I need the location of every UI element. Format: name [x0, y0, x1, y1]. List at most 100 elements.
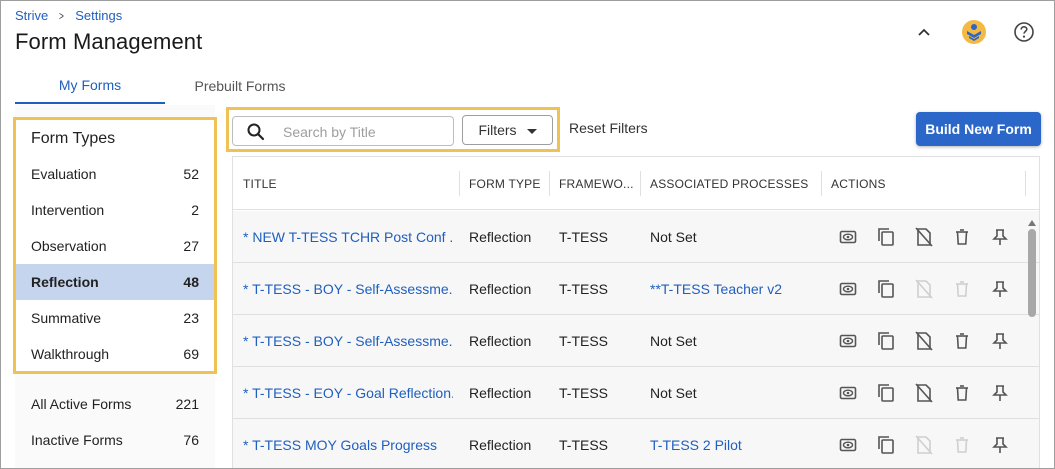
pin-icon[interactable]	[981, 225, 1019, 249]
sidebar-item-label: Intervention	[31, 202, 105, 218]
pin-icon[interactable]	[981, 381, 1019, 405]
deactivate-icon	[905, 277, 943, 301]
form-types-panel: Form Types Evaluation 52 Intervention 2 …	[13, 117, 217, 374]
table-row[interactable]: * T-TESS MOY Goals Progress Reflection T-T…	[233, 419, 1039, 468]
scrollbar-thumb[interactable]	[1028, 229, 1036, 317]
tab-my-forms[interactable]: My Forms	[15, 67, 165, 104]
column-divider	[821, 171, 822, 196]
sidebar-item-all-active-forms[interactable]: All Active Forms 221	[15, 386, 215, 422]
sidebar-item-count: 2	[191, 202, 199, 218]
form-type-cell: Reflection	[469, 333, 532, 349]
app-window: Strive > Settings Form Management My For…	[0, 0, 1055, 469]
delete-icon[interactable]	[943, 329, 981, 353]
sidebar-item-count: 27	[183, 238, 199, 254]
sidebar-item-label: Observation	[31, 238, 107, 254]
sidebar-item-reflection[interactable]: Reflection 48	[16, 264, 214, 300]
filters-label: Filters	[478, 122, 517, 138]
sidebar-item-summative[interactable]: Summative 23	[16, 300, 214, 336]
row-actions	[829, 211, 1019, 263]
delete-icon	[943, 433, 981, 457]
pin-icon[interactable]	[981, 329, 1019, 353]
table-row[interactable]: * NEW T-TESS TCHR Post Conf ... Reflectio…	[233, 211, 1039, 263]
associated-process-cell: Not Set	[650, 333, 697, 349]
form-type-cell: Reflection	[469, 385, 532, 401]
copy-icon[interactable]	[867, 433, 905, 457]
brand-logo-icon[interactable]	[958, 17, 990, 47]
pin-icon[interactable]	[981, 433, 1019, 457]
column-divider	[549, 171, 550, 196]
reset-filters-button[interactable]: Reset Filters	[569, 120, 648, 136]
delete-icon	[943, 277, 981, 301]
copy-icon[interactable]	[867, 225, 905, 249]
row-actions	[829, 315, 1019, 367]
copy-icon[interactable]	[867, 381, 905, 405]
sidebar-item-evaluation[interactable]: Evaluation 52	[16, 156, 214, 192]
sidebar-item-inactive-forms[interactable]: Inactive Forms 76	[15, 422, 215, 458]
search-field	[232, 116, 454, 146]
search-input[interactable]	[283, 121, 448, 143]
form-title-link[interactable]: * T-TESS - EOY - Goal Reflection...	[243, 367, 453, 419]
sidebar-item-walkthrough[interactable]: Walkthrough 69	[16, 336, 214, 372]
form-tabs: My Forms Prebuilt Forms	[15, 67, 315, 104]
page-title: Form Management	[15, 29, 203, 54]
copy-icon[interactable]	[867, 277, 905, 301]
sidebar-item-label: Evaluation	[31, 166, 97, 182]
row-actions	[829, 419, 1019, 468]
sidebar-item-label: All Active Forms	[31, 396, 132, 412]
table-row[interactable]: * T-TESS - BOY - Self-Assessme... Reflect…	[233, 263, 1039, 315]
form-title-link[interactable]: * T-TESS - BOY - Self-Assessme...	[243, 315, 453, 367]
associated-process-cell: Not Set	[650, 229, 697, 245]
column-header-actions: ACTIONS	[831, 176, 886, 191]
tab-prebuilt-forms[interactable]: Prebuilt Forms	[165, 67, 315, 104]
form-title-link[interactable]: * NEW T-TESS TCHR Post Conf ...	[243, 211, 453, 263]
form-title-link[interactable]: * T-TESS MOY Goals Progress	[243, 419, 453, 468]
build-new-form-button[interactable]: Build New Form	[916, 112, 1041, 146]
sidebar-item-label: Walkthrough	[31, 346, 110, 362]
table-header: TITLE FORM TYPE FRAMEWO... ASSOCIATED PR…	[233, 157, 1039, 210]
preview-icon[interactable]	[829, 381, 867, 405]
associated-process-link[interactable]: T-TESS 2 Pilot	[650, 419, 820, 468]
form-type-cell: Reflection	[469, 281, 532, 297]
chevron-right-icon: >	[59, 8, 65, 23]
associated-process-cell: Not Set	[650, 385, 697, 401]
deactivate-icon[interactable]	[905, 225, 943, 249]
column-header-associated-processes[interactable]: ASSOCIATED PROCESSES	[650, 157, 808, 210]
delete-icon[interactable]	[943, 381, 981, 405]
filters-button[interactable]: Filters	[462, 115, 553, 145]
sidebar-item-count: 69	[183, 346, 199, 362]
preview-icon[interactable]	[829, 329, 867, 353]
framework-cell: T-TESS	[559, 385, 609, 401]
form-type-cell: Reflection	[469, 437, 532, 453]
deactivate-icon[interactable]	[905, 329, 943, 353]
table-row[interactable]: * T-TESS - EOY - Goal Reflection... Refle…	[233, 367, 1039, 419]
table-row[interactable]: * T-TESS - BOY - Self-Assessme... Reflect…	[233, 315, 1039, 367]
preview-icon[interactable]	[829, 225, 867, 249]
deactivate-icon	[905, 433, 943, 457]
breadcrumb-strive[interactable]: Strive	[15, 8, 48, 23]
form-title-link[interactable]: * T-TESS - BOY - Self-Assessme...	[243, 263, 453, 315]
column-header-form-type[interactable]: FORM TYPE	[469, 157, 541, 210]
deactivate-icon[interactable]	[905, 381, 943, 405]
chevron-up-icon[interactable]	[908, 17, 940, 47]
sidebar-item-count: 52	[183, 166, 199, 182]
framework-cell: T-TESS	[559, 333, 609, 349]
sidebar-item-label: Reflection	[31, 274, 99, 290]
pin-icon[interactable]	[981, 277, 1019, 301]
help-icon[interactable]	[1008, 17, 1040, 47]
sidebar-item-intervention[interactable]: Intervention 2	[16, 192, 214, 228]
column-divider	[459, 171, 460, 196]
sidebar-item-count: 48	[183, 274, 199, 290]
sidebar-item-count: 76	[183, 432, 199, 448]
preview-icon[interactable]	[829, 277, 867, 301]
column-divider	[640, 171, 641, 196]
associated-process-link[interactable]: **T-TESS Teacher v2	[650, 263, 820, 315]
column-header-title[interactable]: TITLE	[243, 157, 277, 210]
sidebar-item-observation[interactable]: Observation 27	[16, 228, 214, 264]
row-actions	[829, 263, 1019, 315]
preview-icon[interactable]	[829, 433, 867, 457]
breadcrumb-settings[interactable]: Settings	[75, 8, 122, 23]
delete-icon[interactable]	[943, 225, 981, 249]
sidebar-item-label: Summative	[31, 310, 102, 326]
column-header-framework[interactable]: FRAMEWO...	[559, 157, 634, 210]
copy-icon[interactable]	[867, 329, 905, 353]
